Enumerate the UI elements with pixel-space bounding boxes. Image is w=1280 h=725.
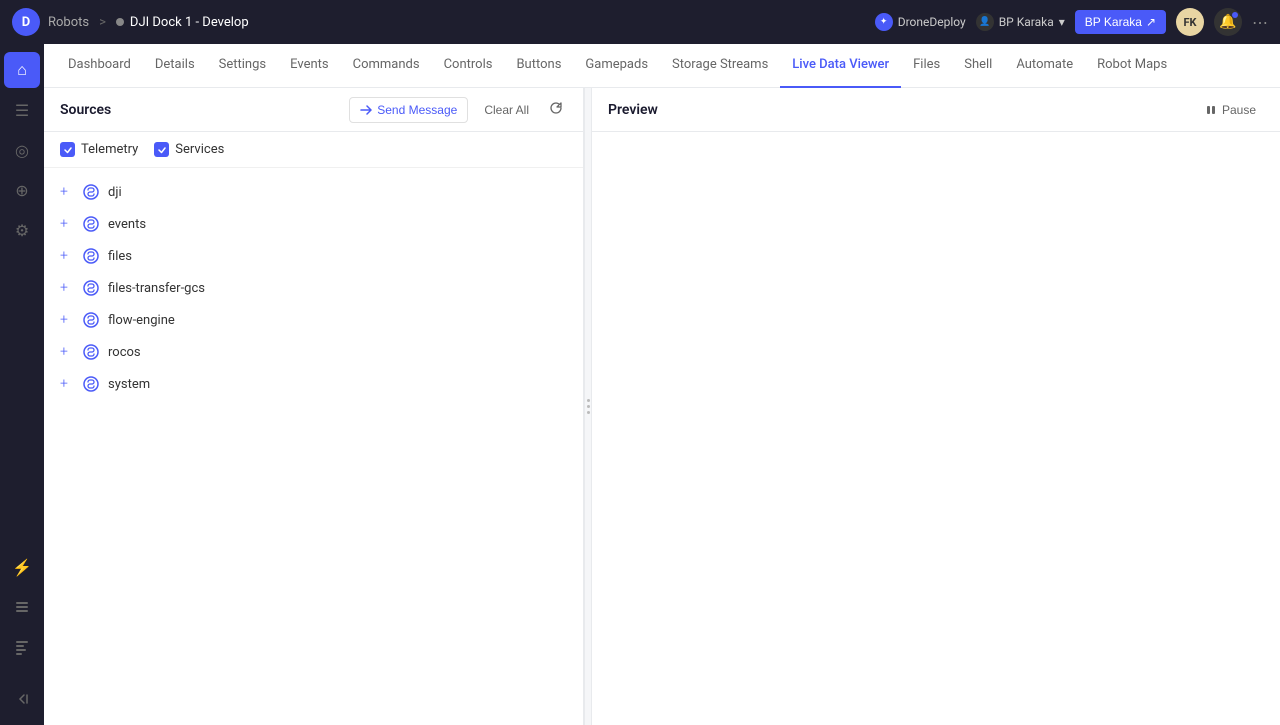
sources-title: Sources (60, 102, 111, 118)
source-item-files-transfer-gcs[interactable]: + files-transfer-gcs (44, 272, 583, 304)
source-name: system (108, 377, 150, 392)
tab-files[interactable]: Files (901, 44, 952, 88)
clear-all-button[interactable]: Clear All (476, 98, 537, 122)
status-dot (116, 18, 124, 26)
notification-badge (1232, 12, 1238, 18)
preview-title: Preview (608, 102, 658, 118)
tab-robot-maps[interactable]: Robot Maps (1085, 44, 1179, 88)
source-item-dji[interactable]: + dji (44, 176, 583, 208)
notifications-button[interactable]: 🔔 (1214, 8, 1242, 36)
source-name: dji (108, 185, 122, 200)
expand-icon: + (60, 216, 74, 232)
source-robot-icon (82, 343, 100, 361)
sidebar-item-activity[interactable]: ◎ (4, 132, 40, 168)
sidebar-item-collapse[interactable] (4, 681, 40, 717)
tab-storage-streams[interactable]: Storage Streams (660, 44, 780, 88)
refresh-button[interactable] (545, 97, 567, 122)
send-icon (360, 104, 372, 116)
bp-karaka-button[interactable]: BP Karaka ↗ (1075, 10, 1166, 34)
topbar: D Robots > DJI Dock 1 - Develop ✦ DroneD… (0, 0, 1280, 44)
robots-nav[interactable]: Robots (48, 15, 89, 30)
tab-controls[interactable]: Controls (432, 44, 505, 88)
pause-button[interactable]: Pause (1197, 98, 1264, 122)
main-content: Dashboard Details Settings Events Comman… (44, 44, 1280, 725)
source-robot-icon (82, 247, 100, 265)
panel-divider[interactable] (584, 88, 592, 725)
source-robot-icon (82, 279, 100, 297)
source-name: files (108, 249, 132, 264)
source-list: + dji + events (44, 168, 583, 725)
source-item-files[interactable]: + files (44, 240, 583, 272)
tab-commands[interactable]: Commands (341, 44, 432, 88)
user-selector[interactable]: 👤 BP Karaka ▾ (976, 13, 1065, 31)
source-name: rocos (108, 345, 141, 360)
expand-icon: + (60, 248, 74, 264)
filters-row: Telemetry Services (44, 132, 583, 168)
expand-icon: + (60, 376, 74, 392)
app-layout: ⌂ ☰ ◎ ⊕ ⚙ ⚡ (0, 44, 1280, 725)
divider-dots (587, 399, 590, 414)
sidebar: ⌂ ☰ ◎ ⊕ ⚙ ⚡ (0, 44, 44, 725)
source-name: events (108, 217, 146, 232)
pause-icon (1205, 104, 1217, 116)
tab-details[interactable]: Details (143, 44, 207, 88)
telemetry-filter[interactable]: Telemetry (60, 142, 138, 157)
source-item-rocos[interactable]: + rocos (44, 336, 583, 368)
refresh-icon (549, 101, 563, 115)
sidebar-item-layers[interactable] (4, 589, 40, 625)
expand-icon: + (60, 312, 74, 328)
page-breadcrumb: DJI Dock 1 - Develop (116, 15, 249, 30)
tab-settings[interactable]: Settings (207, 44, 278, 88)
tab-dashboard[interactable]: Dashboard (56, 44, 143, 88)
sidebar-item-log[interactable] (4, 629, 40, 665)
tab-bar: Dashboard Details Settings Events Comman… (44, 44, 1280, 88)
user-icon: 👤 (976, 13, 994, 31)
source-robot-icon (82, 183, 100, 201)
drone-deploy-icon: ✦ (875, 13, 893, 31)
topbar-right: ✦ DroneDeploy 👤 BP Karaka ▾ BP Karaka ↗ … (875, 8, 1268, 36)
sidebar-item-bolt[interactable]: ⚡ (4, 549, 40, 585)
source-item-events[interactable]: + events (44, 208, 583, 240)
drone-deploy-selector[interactable]: ✦ DroneDeploy (875, 13, 966, 31)
expand-icon: + (60, 280, 74, 296)
expand-icon: + (60, 184, 74, 200)
source-item-system[interactable]: + system (44, 368, 583, 400)
source-name: flow-engine (108, 313, 175, 328)
preview-panel: Preview Pause (592, 88, 1280, 725)
services-filter[interactable]: Services (154, 142, 224, 157)
preview-header: Preview Pause (592, 88, 1280, 132)
tab-live-data-viewer[interactable]: Live Data Viewer (780, 44, 901, 88)
sidebar-item-gear[interactable]: ⚙ (4, 212, 40, 248)
expand-icon: + (60, 344, 74, 360)
more-menu-button[interactable]: ⋯ (1252, 13, 1268, 32)
tab-events[interactable]: Events (278, 44, 340, 88)
preview-content (592, 132, 1280, 725)
tab-shell[interactable]: Shell (952, 44, 1004, 88)
tab-automate[interactable]: Automate (1004, 44, 1085, 88)
source-name: files-transfer-gcs (108, 281, 205, 296)
app-logo[interactable]: D (12, 8, 40, 36)
services-checkbox[interactable] (154, 142, 169, 157)
source-robot-icon (82, 375, 100, 393)
sidebar-item-home[interactable]: ⌂ (4, 52, 40, 88)
source-robot-icon (82, 311, 100, 329)
sources-header: Sources Send Message Clear All (44, 88, 583, 132)
sidebar-item-list[interactable]: ☰ (4, 92, 40, 128)
user-avatar[interactable]: FK (1176, 8, 1204, 36)
tab-buttons[interactable]: Buttons (504, 44, 573, 88)
source-robot-icon (82, 215, 100, 233)
send-message-button[interactable]: Send Message (349, 97, 468, 123)
sidebar-item-globe[interactable]: ⊕ (4, 172, 40, 208)
telemetry-checkbox[interactable] (60, 142, 75, 157)
breadcrumb-separator: > (99, 15, 106, 30)
source-item-flow-engine[interactable]: + flow-engine (44, 304, 583, 336)
sources-panel: Sources Send Message Clear All (44, 88, 584, 725)
tab-gamepads[interactable]: Gamepads (573, 44, 660, 88)
content-area: Sources Send Message Clear All (44, 88, 1280, 725)
